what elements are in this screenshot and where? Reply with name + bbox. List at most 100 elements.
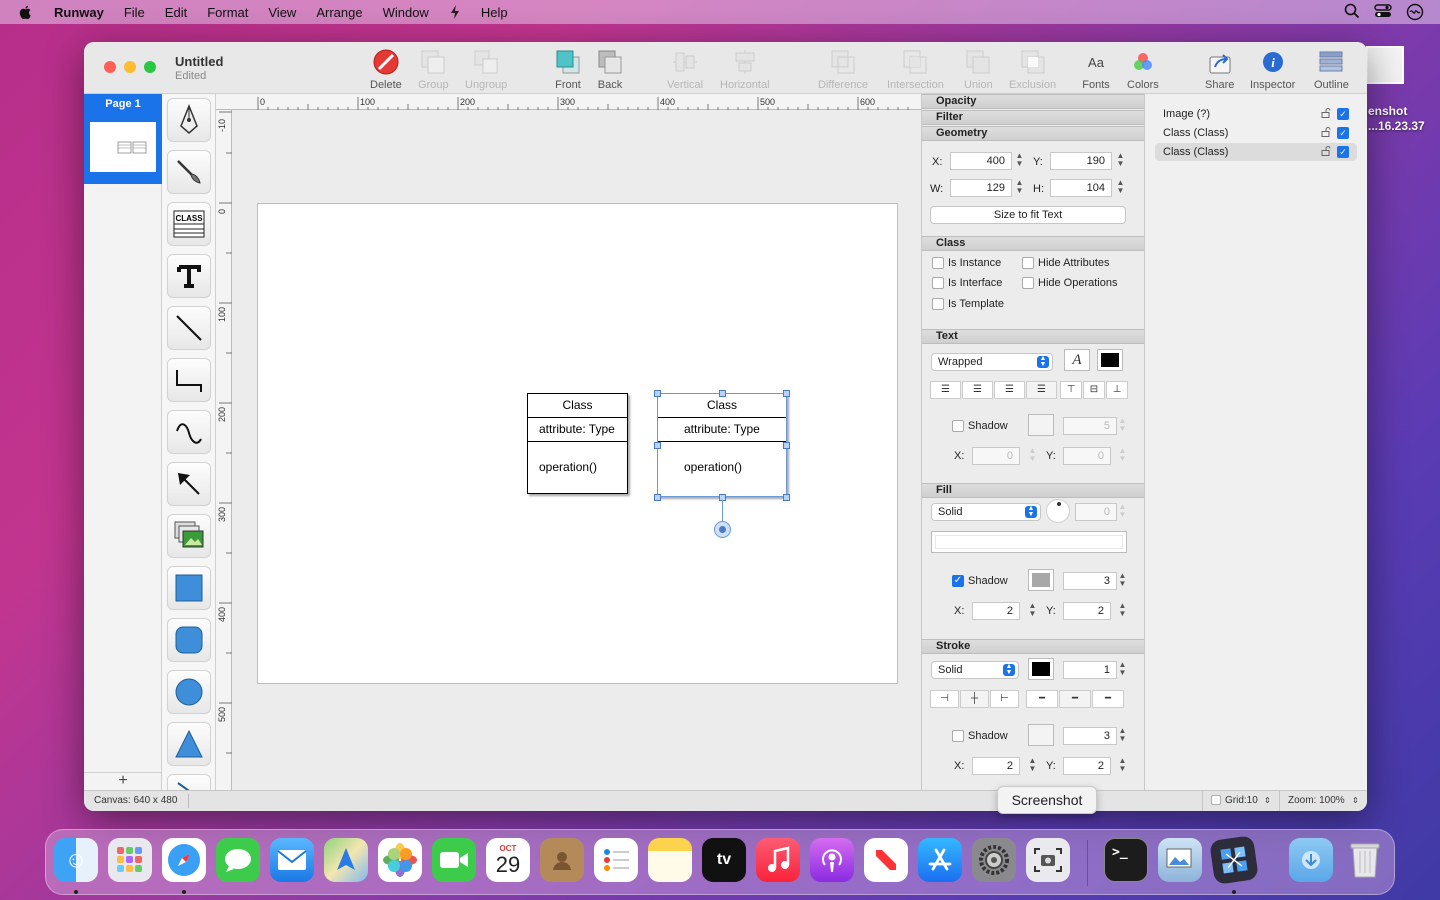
stroke-outside-icon[interactable]: ⊢ [990, 690, 1019, 708]
fill-shadow-y-field[interactable]: 2 [1063, 602, 1111, 620]
stroke-inside-icon[interactable]: ⊣ [930, 690, 959, 708]
visibility-checkbox[interactable]: ✓ [1337, 146, 1349, 158]
x-stepper[interactable]: ▲ ▼ [1015, 152, 1024, 170]
fill-shadow-x-field[interactable]: 2 [972, 602, 1020, 620]
stroke-shadow-checkbox[interactable] [952, 730, 964, 742]
text-shadow-blur-stepper[interactable]: ▲ ▼ [1118, 417, 1127, 435]
align-center-icon[interactable]: ☰ [962, 381, 993, 399]
runway-icon[interactable] [1209, 835, 1259, 885]
close-window-button[interactable] [104, 61, 116, 73]
terminal-icon[interactable]: >_ [1104, 838, 1148, 882]
stroke-mode-popup[interactable]: Solid ▲ ▼ [931, 661, 1019, 679]
x-field[interactable]: 400 [950, 152, 1012, 170]
line-tool[interactable] [167, 306, 211, 350]
stroke-shadow-x-stepper[interactable]: ▲ ▼ [1028, 757, 1037, 775]
round-cap-icon[interactable]: ━ [1059, 690, 1091, 708]
downloads-icon[interactable] [1289, 838, 1333, 882]
text-shadow-y-stepper[interactable]: ▲ ▼ [1118, 447, 1127, 465]
text-shadow-blur-field[interactable]: 5 [1063, 417, 1117, 435]
unlocked-icon[interactable] [1321, 108, 1331, 118]
colors-button[interactable]: Colors [1127, 48, 1159, 91]
y-stepper[interactable]: ▲ ▼ [1116, 152, 1125, 170]
more-shapes-tool[interactable] [167, 774, 211, 790]
is-interface-checkbox[interactable] [932, 277, 944, 289]
spotlight-search-icon[interactable] [1344, 3, 1360, 19]
mail-icon[interactable] [270, 838, 314, 882]
stroke-width-field[interactable]: 1 [1063, 661, 1117, 679]
outline-row-selected[interactable]: Class (Class) ✓ [1155, 143, 1357, 161]
width-stepper[interactable]: ▲ ▼ [1015, 179, 1024, 197]
vertical-alignment-segmented-control[interactable]: ⊤ ⊟ ⊥ [1060, 381, 1129, 399]
fill-shadow-blur-field[interactable]: 3 [1063, 572, 1117, 590]
add-page-button[interactable]: + [84, 772, 162, 790]
text-alignment-segmented-control[interactable]: ☰ ☰ ☰ ☰ [930, 381, 1058, 399]
canvas-page[interactable]: Class attribute: Type operation() Class … [257, 203, 898, 684]
system-preferences-icon[interactable] [972, 838, 1016, 882]
delete-button[interactable]: Delete [370, 48, 402, 91]
control-center-icon[interactable] [1374, 3, 1392, 19]
safari-icon[interactable] [162, 838, 206, 882]
hide-attributes-checkbox[interactable] [1022, 257, 1034, 269]
rotation-handle[interactable] [714, 521, 731, 538]
ungroup-button[interactable]: Ungroup [465, 48, 507, 91]
text-wrap-popup[interactable]: Wrapped ▲ ▼ [931, 353, 1053, 371]
zoom-stepper-icon[interactable]: ⇕ [1352, 791, 1359, 811]
class-tool[interactable]: CLASS [167, 202, 211, 246]
menu-app-name[interactable]: Runway [54, 5, 104, 20]
uml-class-shape-selected[interactable]: Class attribute: Type operation() [657, 393, 787, 497]
align-middle-icon[interactable]: ⊟ [1083, 381, 1105, 399]
class-attribute[interactable]: attribute: Type [528, 418, 627, 442]
fill-angle-dial[interactable] [1046, 499, 1070, 523]
intersection-button[interactable]: Intersection [887, 48, 944, 91]
class-operation[interactable]: operation() [658, 442, 786, 496]
desktop-screenshot-thumbnail[interactable] [1366, 46, 1404, 84]
is-template-checkbox[interactable] [932, 298, 944, 310]
resize-handle-top-left[interactable] [654, 390, 661, 397]
zoom-window-button[interactable] [144, 61, 156, 73]
y-field[interactable]: 190 [1050, 152, 1112, 170]
contacts-icon[interactable] [540, 838, 584, 882]
preview-icon[interactable] [1158, 838, 1202, 882]
resize-handle-top-right[interactable] [783, 390, 790, 397]
stroke-shadow-blur-stepper[interactable]: ▲ ▼ [1118, 727, 1127, 745]
class-attribute[interactable]: attribute: Type [658, 418, 786, 442]
stroke-shadow-x-field[interactable]: 2 [972, 757, 1020, 775]
stroke-shadow-blur-field[interactable]: 3 [1063, 727, 1117, 745]
square-cap-icon[interactable]: ━ [1092, 690, 1124, 708]
align-left-icon[interactable]: ☰ [930, 381, 961, 399]
desktop-screenshot-label[interactable]: enshot ...16.23.37 [1368, 104, 1425, 134]
grid-checkbox[interactable] [1211, 795, 1221, 805]
menu-window[interactable]: Window [383, 5, 429, 20]
siri-icon[interactable] [1406, 3, 1424, 21]
page-1-item[interactable]: Page 1 [84, 94, 162, 184]
send-to-back-button[interactable]: Back [596, 48, 624, 91]
menu-arrange[interactable]: Arrange [316, 5, 362, 20]
visibility-checkbox[interactable]: ✓ [1337, 108, 1349, 120]
width-field[interactable]: 129 [950, 179, 1012, 197]
bring-to-front-button[interactable]: Front [554, 48, 582, 91]
stroke-cap-segmented-control[interactable]: ━ ━ ━ [1026, 690, 1125, 708]
triangle-tool[interactable] [167, 722, 211, 766]
height-stepper[interactable]: ▲ ▼ [1116, 179, 1125, 197]
uml-class-shape[interactable]: Class attribute: Type operation() [527, 393, 628, 494]
visibility-checkbox[interactable]: ✓ [1337, 127, 1349, 139]
rectangle-tool[interactable] [167, 566, 211, 610]
photos-icon[interactable] [378, 838, 422, 882]
canvas-scroll-area[interactable]: Class attribute: Type operation() Class … [232, 110, 921, 790]
grid-value[interactable]: Grid:10 [1225, 791, 1258, 811]
outline-row[interactable]: Class (Class) ✓ [1155, 124, 1357, 142]
resize-handle-right[interactable] [783, 442, 790, 449]
text-shadow-color-well[interactable] [1028, 414, 1054, 436]
hide-operations-checkbox[interactable] [1022, 277, 1034, 289]
height-field[interactable]: 104 [1050, 179, 1112, 197]
stroke-center-icon[interactable]: ┼ [960, 690, 989, 708]
appstore-icon[interactable] [918, 838, 962, 882]
rounded-rectangle-tool[interactable] [167, 618, 211, 662]
news-icon[interactable] [864, 838, 908, 882]
align-horizontal-button[interactable]: Horizontal [720, 48, 770, 91]
resize-handle-left[interactable] [654, 442, 661, 449]
align-bottom-icon[interactable]: ⊥ [1106, 381, 1128, 399]
align-right-icon[interactable]: ☰ [994, 381, 1025, 399]
butt-cap-icon[interactable]: ━ [1026, 690, 1058, 708]
share-button[interactable]: Share [1205, 48, 1234, 91]
